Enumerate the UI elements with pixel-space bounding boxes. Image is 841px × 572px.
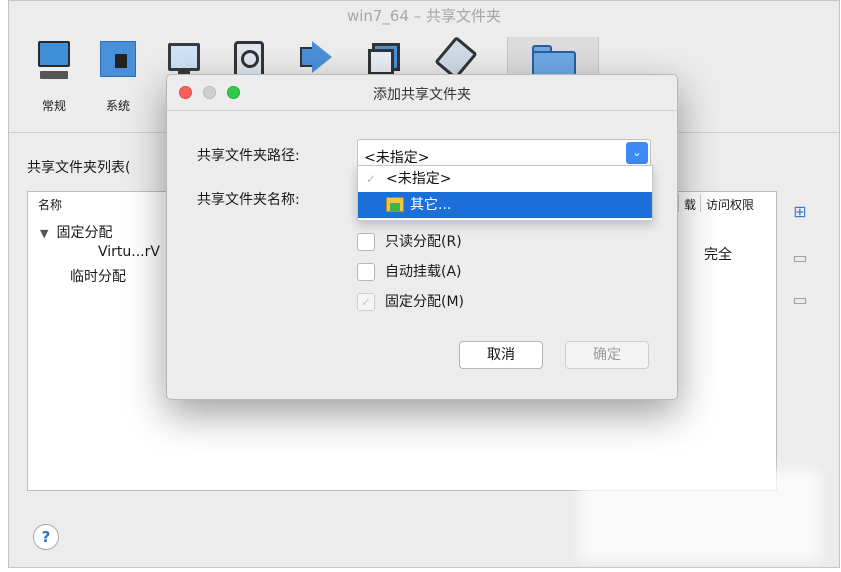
chevron-down-icon[interactable]: ⌄ xyxy=(626,142,648,164)
tree-item-access: 完全 xyxy=(704,247,732,263)
window-title: win7_64 – 共享文件夹 xyxy=(346,7,502,25)
expand-arrow-icon[interactable]: ▼ xyxy=(40,227,48,240)
tree-group-temp[interactable]: 临时分配 xyxy=(70,266,126,286)
blur-overlay xyxy=(580,470,820,560)
chip-icon xyxy=(98,39,138,83)
folder-list-title: 共享文件夹列表( xyxy=(27,160,131,176)
folder-badge-icon xyxy=(390,203,400,211)
name-label: 共享文件夹名称: xyxy=(197,192,300,208)
tree-item-label: Virtu...rV xyxy=(98,244,160,260)
path-combobox[interactable]: <未指定> ⌄ xyxy=(357,139,651,167)
readonly-checkbox[interactable] xyxy=(357,233,375,251)
permanent-label: 固定分配(M) xyxy=(385,294,465,310)
path-value: <未指定> xyxy=(364,150,430,166)
monitor-icon xyxy=(34,39,74,83)
dialog-titlebar: 添加共享文件夹 xyxy=(167,75,677,111)
dialog-title: 添加共享文件夹 xyxy=(373,87,471,103)
path-dropdown: ✓ <未指定> 其它... xyxy=(357,165,653,221)
tree-group-fixed-label: 固定分配 xyxy=(56,225,113,241)
column-access[interactable]: 访问权限 xyxy=(706,196,754,213)
tree-item-fixed[interactable]: Virtu...rV xyxy=(98,244,160,260)
column-auto-mount[interactable]: 载 xyxy=(684,196,696,213)
tree-group-fixed[interactable]: ▼ 固定分配 xyxy=(40,222,112,242)
column-separator xyxy=(678,194,679,212)
cancel-button[interactable]: 取消 xyxy=(459,341,543,369)
toolbar-general-label: 常规 xyxy=(41,99,66,113)
dropdown-item-unspecified[interactable]: ✓ <未指定> xyxy=(358,166,652,192)
permanent-checkbox: ✓ xyxy=(357,293,375,311)
edit-folder-icon[interactable]: ▭ xyxy=(789,247,811,269)
dropdown-item-label: 其它... xyxy=(410,197,452,213)
automount-label[interactable]: 自动挂载(A) xyxy=(385,261,462,281)
remove-folder-icon[interactable]: ▭ xyxy=(789,289,811,311)
ok-button[interactable]: 确定 xyxy=(565,341,649,369)
automount-checkbox[interactable] xyxy=(357,263,375,281)
toolbar-system-label: 系统 xyxy=(105,99,130,113)
toolbar-system[interactable]: 系统 xyxy=(93,39,143,114)
help-button[interactable]: ? xyxy=(33,524,59,550)
column-separator xyxy=(700,194,701,212)
column-name[interactable]: 名称 xyxy=(38,196,62,213)
dropdown-item-other[interactable]: 其它... xyxy=(358,192,652,218)
toolbar-general[interactable]: 常规 xyxy=(29,39,79,114)
readonly-label[interactable]: 只读分配(R) xyxy=(385,231,462,251)
add-folder-icon[interactable]: ⊞ xyxy=(789,201,811,223)
path-label: 共享文件夹路径: xyxy=(197,148,300,164)
checkmark-icon: ✓ xyxy=(366,172,377,186)
dropdown-item-label: <未指定> xyxy=(386,171,452,187)
add-shared-folder-dialog: 添加共享文件夹 共享文件夹路径: 共享文件夹名称: <未指定> ⌄ ✓ <未指定… xyxy=(166,74,678,400)
